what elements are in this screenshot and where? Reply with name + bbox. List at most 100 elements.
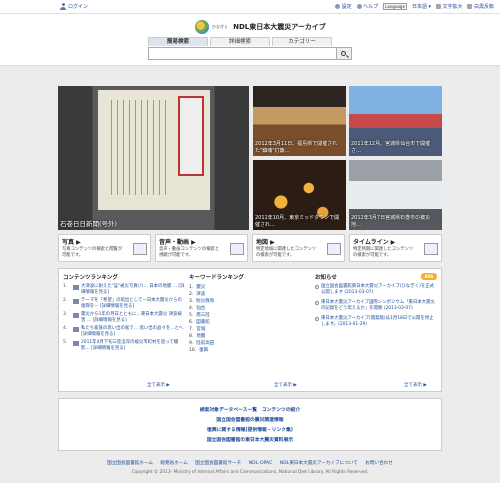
site-logo[interactable]: ひなぎく NDL東日本大震災アーカイブ: [195, 20, 326, 34]
keyword-link[interactable]: 津波: [196, 291, 205, 298]
keyword-link[interactable]: 復興: [199, 347, 208, 354]
rank-link[interactable]: 震災から1年の月日とともに…東日本大震災 津波被害 … [詳細情報を見る]: [81, 312, 185, 324]
featured-main-caption: 石巻日日新聞(号外): [60, 220, 118, 228]
logo-subtitle: ひなぎく: [212, 24, 229, 29]
settings-link[interactable]: 設定: [335, 3, 352, 10]
feature-map[interactable]: 地図 ▶ 特定地域に関連したコンテンツの検索が可能です。: [252, 234, 345, 262]
related-link[interactable]: 復興に関する情報(提供情報・リンク集): [59, 426, 441, 436]
footer-link[interactable]: お問い合わせ: [365, 461, 393, 466]
featured-tile-d[interactable]: 2012年3月7日宮城県石巻市の被災地…: [349, 160, 442, 230]
rank-link[interactable]: 私たち家族の思い出の家で… 思い出の品々を…とへ [詳細情報を見る]: [81, 326, 185, 338]
footer-link[interactable]: 国立国会図書館ホーム: [107, 461, 153, 466]
featured-main-tile[interactable]: 石巻日日新聞(号外): [58, 86, 249, 230]
featured-tile-a[interactable]: 2012年3月11日、福島県で開催された"鎮魂"灯籠…: [253, 86, 346, 156]
keyword-link[interactable]: 地震: [196, 333, 205, 340]
list-item[interactable]: 2. テーマを「希望」の船出として—日本大震災からの復興を— [詳細情報を見る]: [63, 298, 185, 310]
list-item[interactable]: 4. 仙台: [189, 305, 309, 312]
news-link[interactable]: 東日本大震災アーカイブ国際シンポジウム「東日本大震災の記録をどう伝えるか」を開催…: [321, 300, 437, 312]
rank-number: 3.: [189, 299, 194, 304]
document-icon: [73, 341, 79, 346]
tab-advanced-search[interactable]: 詳細検索: [210, 37, 270, 46]
language-label: 日本語: [411, 4, 427, 10]
content-ranking: コンテンツランキング 1. 大津波に耐えた"証"被災写真(?)… 日本の地震 … …: [63, 273, 185, 354]
related-link[interactable]: 国立国会図書館の震災関連情報: [59, 416, 441, 426]
footer-link[interactable]: NDL-OPAC: [249, 461, 273, 466]
related-link[interactable]: 国立国会図書館の東日本大震災資料展示: [59, 436, 441, 446]
language-select[interactable]: 日本語 ▾: [411, 3, 431, 11]
keyword-ranking-more-link[interactable]: 全て表示 ▶: [274, 382, 297, 388]
feature-av[interactable]: 音声・動画 ▶ 音声・動画コンテンツの検索と視聴が可能です。: [155, 234, 248, 262]
news-link[interactable]: 国立国会図書館東日本大震災アーカイブ(ひなぎく)を正式公開します (2013-0…: [321, 284, 437, 296]
keyword-link[interactable]: 陸前高田: [196, 340, 214, 347]
list-item[interactable]: 5. 2011年4月下旬三陸沿岸の被災市町村を巡って撮影… [詳細情報を見る]: [63, 340, 185, 352]
list-item[interactable]: 8. 地震: [189, 333, 309, 340]
search-bar: [148, 47, 352, 60]
keyword-ranking-title: キーワードランキング: [189, 275, 244, 281]
document-icon: [73, 327, 79, 332]
document-icon: [73, 299, 79, 304]
feature-timeline[interactable]: タイムライン ▶ 特定時期に関連したコンテンツの検索が可能です。: [349, 234, 442, 262]
rank-link[interactable]: テーマを「希望」の船出として—日本大震災からの復興を— [詳細情報を見る]: [81, 298, 185, 310]
tile-a-caption: 2012年3月11日、福島県で開催された"鎮魂"灯籠…: [255, 141, 338, 154]
list-item[interactable]: 国立国会図書館東日本大震災アーカイブ(ひなぎく)を正式公開します (2013-0…: [315, 284, 437, 296]
list-item[interactable]: 東日本大震災アーカイブ国際シンポジウム「東日本大震災の記録をどう伝えるか」を開催…: [315, 300, 437, 312]
keyword-link[interactable]: 南三陸: [196, 312, 210, 319]
list-item[interactable]: 2. 津波: [189, 291, 309, 298]
related-link[interactable]: 検索対象データベース一覧 コンテンツの紹介: [59, 406, 441, 416]
list-item[interactable]: 3. 震災から1年の月日とともに…東日本大震災 津波被害 … [詳細情報を見る]: [63, 312, 185, 324]
help-link[interactable]: ヘルプ: [356, 3, 379, 10]
search-input[interactable]: [148, 47, 337, 60]
feature-links: 写真 ▶ 写真コンテンツの検索と閲覧が可能です。 音声・動画 ▶ 音声・動画コン…: [58, 234, 442, 262]
keyword-link[interactable]: 震災: [196, 284, 205, 291]
bullet-icon: [315, 285, 319, 289]
rss-icon[interactable]: RSS: [421, 273, 437, 280]
footer-links: 国立国会図書館ホーム 総務省ホーム 国立国会図書館サーチ NDL-OPAC ND…: [0, 460, 500, 466]
list-item[interactable]: 6. 図書館: [189, 319, 309, 326]
keyword-link[interactable]: 図書館: [196, 319, 210, 326]
feature-photo[interactable]: 写真 ▶ 写真コンテンツの検索と閲覧が可能です。: [58, 234, 151, 262]
footer-link[interactable]: NDL東日本大震災アーカイブについて: [280, 461, 358, 466]
rank-number: 9.: [189, 341, 194, 346]
help-label: ヘルプ: [363, 4, 379, 10]
keyword-link[interactable]: 仙台: [196, 305, 205, 312]
rank-number: 5.: [63, 340, 68, 345]
footer-link[interactable]: 国立国会図書館サーチ: [195, 461, 241, 466]
keyword-link[interactable]: 宮城: [196, 326, 205, 333]
list-item[interactable]: 5. 南三陸: [189, 312, 309, 319]
contrast-link[interactable]: 白黒反転: [467, 3, 494, 10]
logo-flower-icon: [195, 20, 209, 34]
list-item[interactable]: 東日本大震災アーカイブ(開発版)は1月18日で公開を停止します。(2013-01…: [315, 316, 437, 328]
news-more-link[interactable]: 全て表示 ▶: [404, 382, 427, 388]
tile-d-caption: 2012年3月7日宮城県石巻市の被災地…: [351, 215, 431, 228]
list-item[interactable]: 1. 大津波に耐えた"証"被災写真(?)… 日本の地震 … [詳細情報を見る]: [63, 284, 185, 296]
list-item[interactable]: 10. 復興: [189, 347, 309, 354]
camera-icon: [133, 243, 147, 255]
list-item[interactable]: 9. 陸前高田: [189, 340, 309, 347]
feature-timeline-desc: 特定時期に関連したコンテンツの検索が可能です。: [353, 247, 414, 258]
font-size-link[interactable]: 文字拡大: [435, 3, 462, 10]
list-item[interactable]: 7. 宮城: [189, 326, 309, 333]
rank-number: 3.: [63, 312, 68, 317]
tab-category[interactable]: カテゴリー: [272, 37, 332, 46]
content-ranking-more-link[interactable]: 全て表示 ▶: [147, 382, 170, 388]
login-label: ログイン: [68, 4, 89, 10]
search-button[interactable]: [337, 47, 352, 60]
list-item[interactable]: 3. 防災教育: [189, 298, 309, 305]
document-icon: [73, 285, 79, 290]
login-link[interactable]: ログイン: [60, 3, 88, 10]
rank-link[interactable]: 2011年4月下旬三陸沿岸の被災市町村を巡って撮影… [詳細情報を見る]: [81, 340, 185, 352]
rank-number: 4.: [63, 326, 68, 331]
list-item[interactable]: 1. 震災: [189, 284, 309, 291]
document-icon: [73, 313, 79, 318]
rank-number: 4.: [189, 306, 194, 311]
language-badge: Language: [383, 3, 407, 10]
featured-tile-b[interactable]: 2011年12月、宮城県仙台市で開催さ…: [349, 86, 442, 156]
keyword-link[interactable]: 防災教育: [196, 298, 214, 305]
list-item[interactable]: 4. 私たち家族の思い出の家で… 思い出の品々を…とへ [詳細情報を見る]: [63, 326, 185, 338]
rank-number: 7.: [189, 327, 194, 332]
footer-link[interactable]: 総務省ホーム: [160, 461, 187, 466]
featured-tile-c[interactable]: 2011年10月、東京ミッドタウンで開催され…: [253, 160, 346, 230]
news-link[interactable]: 東日本大震災アーカイブ(開発版)は1月18日で公開を停止します。(2013-01…: [321, 316, 437, 328]
rank-link[interactable]: 大津波に耐えた"証"被災写真(?)… 日本の地震 … [詳細情報を見る]: [81, 284, 185, 296]
tab-simple-search[interactable]: 簡易検索: [148, 37, 208, 46]
